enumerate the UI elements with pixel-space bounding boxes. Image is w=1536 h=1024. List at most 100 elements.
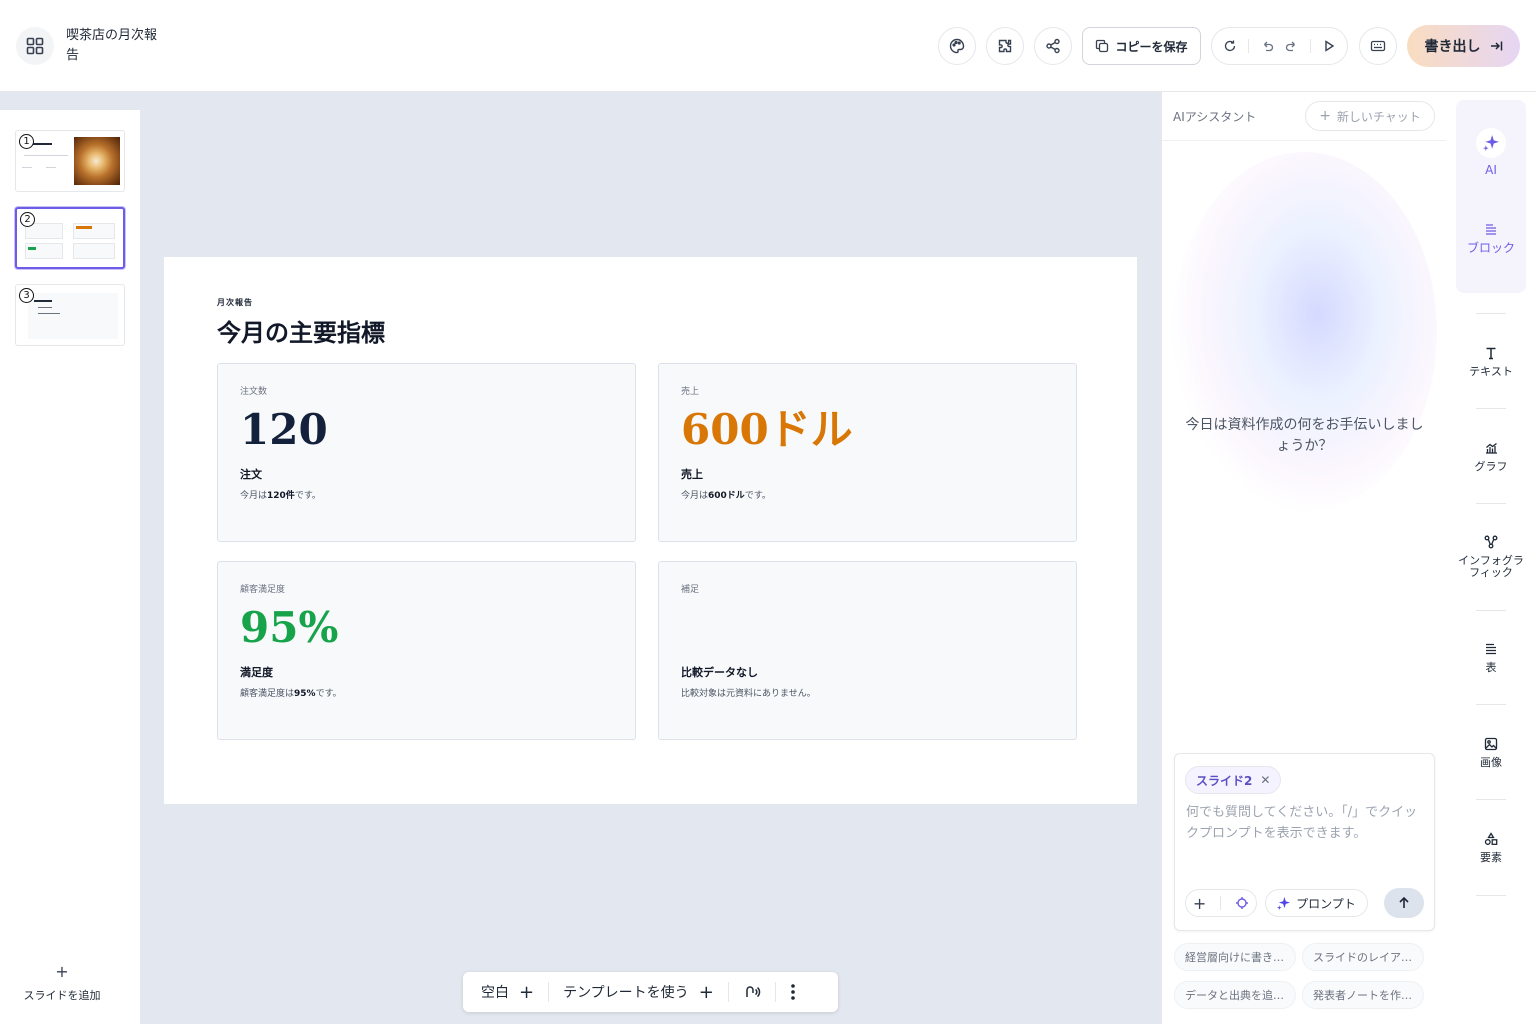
slide-thumbnails-panel: 1 2 3 + スライドを追加 (0, 110, 140, 1024)
metric-card-satisfaction[interactable]: 顧客満足度 95% 満足度 顧客満足度は95%です。 (217, 561, 636, 740)
add-blank-button[interactable]: 空白 + (473, 982, 542, 1003)
app-menu-button[interactable] (16, 27, 54, 65)
rail-block-button[interactable]: ブロック (1446, 222, 1536, 254)
slide-canvas[interactable]: 月次報告 今月の主要指標 注文数 120 注文 今月は120件です。 売上 60… (164, 257, 1137, 804)
copy-icon (1096, 39, 1109, 53)
rail-block-label: ブロック (1466, 241, 1515, 255)
refresh-icon[interactable] (1223, 39, 1237, 53)
rail-text-button[interactable]: テキスト (1446, 346, 1536, 378)
redo-icon[interactable] (1285, 39, 1299, 53)
metric-card-sales[interactable]: 売上 600ドル 売上 今月は600ドルです。 (658, 363, 1077, 542)
export-button[interactable]: 書き出し (1407, 25, 1520, 67)
ai-glow-decoration (1172, 152, 1437, 512)
play-icon[interactable] (1322, 39, 1336, 53)
voice-icon (746, 986, 760, 998)
card-value: 600ドル (681, 405, 853, 454)
grid-icon (26, 37, 44, 55)
rail-graph-button[interactable]: グラフ (1446, 441, 1536, 473)
keyboard-shortcuts-button[interactable] (1359, 27, 1397, 65)
suggestion-chip[interactable]: 経営層向けに書き… (1174, 943, 1296, 971)
rail-ai-button[interactable]: AI (1446, 128, 1536, 176)
suggestion-chip[interactable]: データと出典を追… (1174, 981, 1296, 1009)
card-title: 比較データなし (681, 666, 758, 679)
rail-element-label: 要素 (1480, 851, 1502, 864)
card-title: 満足度 (240, 666, 273, 679)
new-chat-label: 新しいチャット (1336, 109, 1421, 124)
context-chip-label: スライド2 (1196, 773, 1253, 788)
plugin-button[interactable] (986, 27, 1024, 65)
card-label: 売上 (681, 387, 700, 397)
slide-thumbnail-2[interactable]: 2 (15, 207, 125, 269)
sparkle-icon (1277, 896, 1291, 910)
plus-icon: + (519, 981, 535, 1003)
rail-text-label: テキスト (1469, 365, 1513, 378)
card-value: 120 (240, 405, 328, 454)
card-title: 売上 (681, 468, 703, 481)
ai-panel-title: AIアシスタント (1173, 110, 1257, 124)
table-icon (1486, 643, 1496, 655)
text-icon (1486, 347, 1496, 360)
undo-icon[interactable] (1260, 39, 1274, 53)
target-icon[interactable] (1235, 896, 1249, 910)
card-description: 今月は120件です。 (240, 491, 321, 501)
slide-title[interactable]: 今月の主要指標 (217, 313, 385, 348)
arrow-up-icon (1399, 896, 1409, 908)
infographic-icon (1484, 535, 1498, 549)
card-description: 今月は600ドルです。 (681, 491, 771, 501)
export-label: 書き出し (1424, 39, 1481, 55)
close-icon[interactable]: ✕ (1260, 773, 1270, 787)
slide-kicker[interactable]: 月次報告 (217, 297, 253, 308)
suggestion-chip[interactable]: 発表者ノートを作… (1302, 981, 1424, 1009)
input-tools: + (1185, 889, 1257, 917)
add-slide-button[interactable]: + スライドを追加 (0, 962, 124, 1012)
context-chip[interactable]: スライド2 ✕ (1185, 766, 1282, 794)
card-value (681, 600, 1054, 660)
blank-label: 空白 (481, 985, 509, 1001)
theme-button[interactable] (938, 27, 976, 65)
voice-button[interactable] (735, 983, 769, 1001)
prompt-button[interactable]: プロンプト (1265, 889, 1368, 917)
prompt-label: プロンプト (1296, 896, 1356, 911)
document-title[interactable]: 喫茶店の月次報告 (66, 26, 166, 66)
bottom-toolbar: 空白 + テンプレートを使う + (463, 972, 838, 1012)
more-vertical-icon (790, 984, 795, 1000)
slide-thumbnail-3[interactable]: 3 (15, 284, 125, 346)
plus-icon: + (1319, 108, 1331, 124)
save-copy-button[interactable]: コピーを保存 (1082, 27, 1201, 65)
chat-input-placeholder[interactable]: 何でも質問してください。「/」でクイックプロンプトを表示できます。 (1186, 802, 1426, 844)
new-chat-button[interactable]: + 新しいチャット (1305, 101, 1435, 131)
keyboard-icon (1370, 40, 1386, 52)
metric-card-orders[interactable]: 注文数 120 注文 今月は120件です。 (217, 363, 636, 542)
rail-infographic-button[interactable]: インフォグラフィック (1446, 535, 1536, 579)
use-template-button[interactable]: テンプレートを使う + (555, 982, 722, 1003)
block-icon (1486, 224, 1496, 235)
suggestion-chip[interactable]: スライドのレイア… (1302, 943, 1424, 971)
template-label: テンプレートを使う (563, 985, 689, 1001)
add-slide-label: スライドを追加 (23, 989, 101, 1002)
metric-card-note[interactable]: 補足 比較データなし 比較対象は元資料にありません。 (658, 561, 1077, 740)
share-icon (1046, 38, 1060, 54)
export-arrow-icon (1490, 41, 1502, 51)
image-icon (1484, 737, 1498, 751)
ai-greeting: 今日は資料作成の何をお手伝いしましょうか？ (1185, 417, 1424, 454)
rail-image-button[interactable]: 画像 (1446, 737, 1536, 769)
chart-icon (1486, 442, 1497, 454)
slide-number-badge: 3 (19, 288, 34, 303)
slide-thumbnail-1[interactable]: 1 (15, 130, 125, 192)
card-label: 顧客満足度 (240, 585, 286, 595)
send-button[interactable] (1384, 888, 1424, 918)
share-button[interactable] (1034, 27, 1072, 65)
history-controls (1211, 27, 1348, 65)
more-options-button[interactable] (782, 983, 804, 1001)
card-title: 注文 (240, 468, 262, 481)
rail-image-label: 画像 (1480, 756, 1502, 769)
card-description: 比較対象は元資料にありません。 (681, 689, 816, 699)
rail-element-button[interactable]: 要素 (1446, 832, 1536, 864)
plus-icon[interactable]: + (1193, 894, 1206, 913)
ai-panel-header: AIアシスタント + 新しいチャット (1162, 92, 1447, 141)
chat-input-box[interactable]: スライド2 ✕ 何でも質問してください。「/」でクイックプロンプトを表示できます… (1174, 753, 1435, 931)
rail-infographic-label: インフォグラフィック (1458, 554, 1524, 579)
rail-ai-label: AI (1485, 163, 1497, 177)
rail-table-button[interactable]: 表 (1446, 642, 1536, 674)
ai-assistant-panel: AIアシスタント + 新しいチャット 今日は資料作成の何をお手伝いしましょうか？… (1161, 92, 1447, 1024)
